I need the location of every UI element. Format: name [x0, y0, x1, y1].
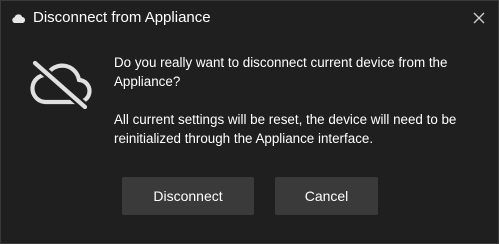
title-bar: Disconnect from Appliance [1, 1, 498, 35]
window-title: Disconnect from Appliance [33, 9, 211, 26]
disconnect-dialog: Disconnect from Appliance Do you really … [0, 0, 499, 244]
dialog-message: Do you really want to disconnect current… [114, 53, 489, 148]
cancel-button[interactable]: Cancel [275, 177, 378, 215]
disconnect-button[interactable]: Disconnect [122, 177, 254, 215]
confirmation-question: Do you really want to disconnect current… [114, 55, 448, 89]
cloud-icon [11, 11, 26, 24]
close-button[interactable] [466, 5, 492, 31]
confirmation-detail: All current settings will be reset, the … [114, 112, 457, 146]
cloud-off-icon [27, 57, 95, 111]
